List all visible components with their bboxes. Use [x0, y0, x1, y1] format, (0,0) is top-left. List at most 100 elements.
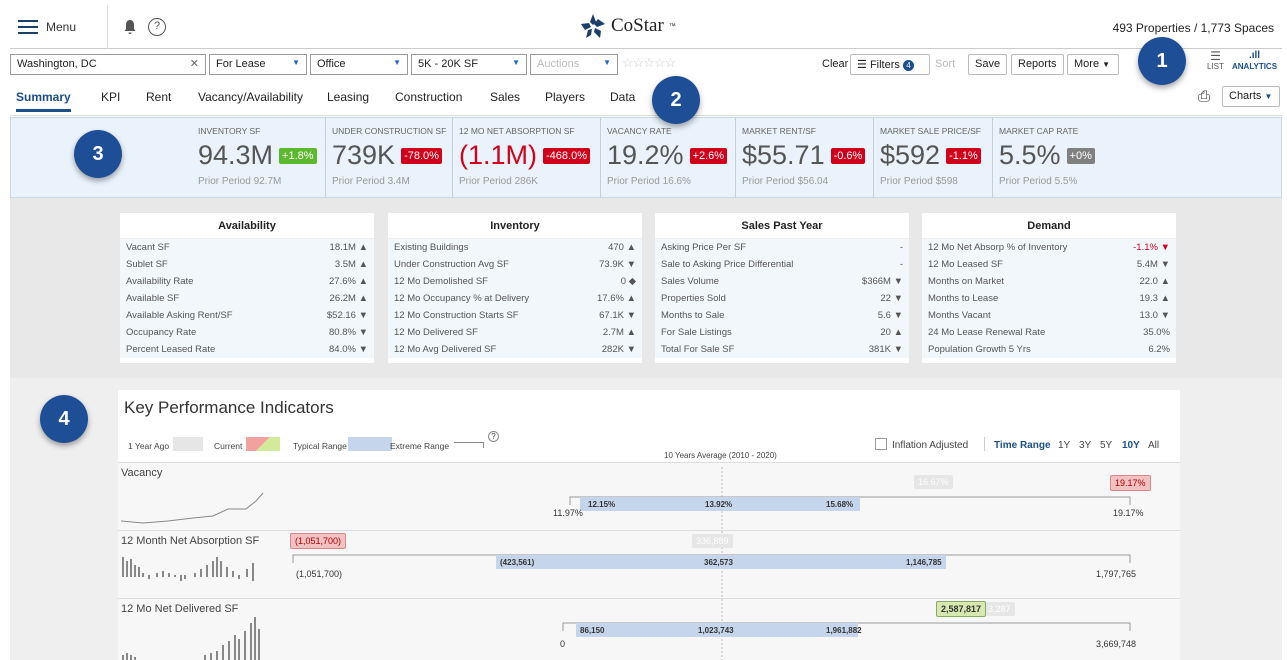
print-icon[interactable]: ⎙ [1198, 88, 1210, 105]
properties-count: 493 Properties / 1,773 Spaces [1112, 21, 1274, 35]
more-label: More [1074, 58, 1100, 70]
auctions-select[interactable]: Auctions ▼ [530, 54, 618, 75]
location-input[interactable]: Washington, DC ✕ [10, 54, 206, 75]
card-row-label: Months on Market [928, 276, 1005, 287]
listing-type-select[interactable]: For Lease ▼ [209, 54, 307, 75]
tab-kpi[interactable]: KPI [101, 90, 120, 104]
filters-button[interactable]: ☰ Filters 4 [850, 54, 930, 75]
range-5y[interactable]: 5Y [1100, 440, 1112, 451]
card-row-value: 84.0% ▼ [329, 344, 368, 355]
stat-value: 19.2% [607, 140, 684, 170]
stat-prior-period: Prior Period 286K [459, 176, 538, 187]
tab-leasing[interactable]: Leasing [327, 90, 369, 104]
card-row-label: 12 Mo Construction Starts SF [394, 310, 519, 321]
card-rows: 12 Mo Net Absorp % of Inventory -1.1% ▼ 12… [922, 239, 1176, 358]
card-row: Months on Market 22.0 ▲ [922, 273, 1176, 290]
legend-help-icon[interactable]: ? [488, 431, 499, 442]
stat-change-badge: -1.1% [946, 147, 981, 164]
stat-value: $55.71 [742, 140, 825, 170]
stat-prior-period: Prior Period 16.6% [607, 176, 691, 187]
bell-icon[interactable] [122, 19, 138, 35]
card-row-value: -1.1% ▼ [1133, 242, 1170, 253]
star-rating-filter[interactable]: ☆☆☆☆☆ [622, 55, 676, 71]
range-1y[interactable]: 1Y [1058, 440, 1070, 451]
save-button[interactable]: Save [968, 54, 1008, 75]
reports-button[interactable]: Reports [1011, 54, 1064, 75]
costar-star-icon [581, 14, 605, 38]
tab-rent[interactable]: Rent [146, 90, 171, 104]
range-all[interactable]: All [1148, 440, 1159, 451]
card-row-label: Available Asking Rent/SF [126, 310, 233, 321]
card-row-value: 6.2% [1148, 344, 1170, 355]
card-row: Under Construction Avg SF 73.9K ▼ [388, 256, 642, 273]
range-10y[interactable]: 10Y [1122, 440, 1140, 451]
kpi-row-vacancy: Vacancy 12.15% 13.92% 15.68% 11.97% 19.1… [118, 462, 1180, 531]
card-row: For Sale Listings 20 ▲ [655, 324, 909, 341]
stat-label: UNDER CONSTRUCTION SF [332, 126, 447, 136]
logo-text: CoStar [611, 15, 664, 36]
stat-label: 12 MO NET ABSORPTION SF [459, 126, 575, 136]
stat-value: $592 [880, 140, 941, 170]
list-view-button[interactable]: ☰ LIST [1207, 50, 1224, 71]
card-row: 12 Mo Leased SF 5.4M ▼ [922, 256, 1176, 273]
card-row-value: 73.9K ▼ [599, 259, 636, 270]
card-row-label: Sale to Asking Price Differential [661, 259, 794, 270]
stat-change-badge: +2.6% [689, 147, 728, 164]
chevron-down-icon: ▼ [292, 58, 300, 67]
card-rows: Existing Buildings 470 ▲ Under Constructio… [388, 239, 642, 358]
analytics-label: ANALYTICS [1232, 62, 1278, 71]
inflation-checkbox[interactable] [875, 438, 887, 450]
stat-label: MARKET CAP RATE [999, 126, 1079, 136]
card-row-value: 5.4M ▼ [1136, 259, 1170, 270]
stat-vacancy-rate: VACANCY RATE 19.2% +2.6% Prior Period 16.… [600, 118, 730, 198]
clear-location-icon[interactable]: ✕ [190, 57, 199, 70]
card-row-label: Occupancy Rate [126, 327, 197, 338]
tab-vacancy-availability[interactable]: Vacancy/Availability [198, 90, 303, 104]
card-title: Demand [922, 213, 1176, 239]
typical-high-label: 15.68% [826, 500, 854, 509]
kpi-row-chart [120, 467, 1131, 531]
card-availability: Availability Vacant SF 18.1M ▲ Sublet SF 3.… [120, 213, 374, 363]
delivered-sparkbars [122, 617, 260, 660]
card-demand: Demand 12 Mo Net Absorp % of Inventory -1… [922, 213, 1176, 363]
list-icon: ☰ [1210, 49, 1221, 63]
tab-sales[interactable]: Sales [490, 90, 520, 104]
card-title: Sales Past Year [655, 213, 909, 239]
tab-data[interactable]: Data [610, 90, 635, 104]
more-button[interactable]: More ▼ [1067, 54, 1119, 75]
size-range-select[interactable]: 5K - 20K SF ▼ [411, 54, 527, 75]
annotation-badge-2: 2 [652, 76, 700, 124]
charts-dropdown[interactable]: Charts ▼ [1222, 86, 1280, 107]
kpi-panel: Key Performance Indicators 1 Year Ago Cu… [118, 390, 1180, 660]
card-row-value: 282K ▼ [601, 344, 636, 355]
analytics-view-button[interactable]: .ıll ANALYTICS [1232, 50, 1277, 71]
menu-button[interactable]: Menu [10, 5, 108, 49]
range-max-label: 3,669,748 [1096, 639, 1137, 649]
help-icon[interactable]: ? [148, 18, 166, 36]
property-type-select[interactable]: Office ▼ [310, 54, 408, 75]
card-row-value: 20 ▲ [880, 327, 903, 338]
bar-chart-icon: .ıll [1248, 50, 1261, 61]
clear-button[interactable]: Clear [822, 58, 848, 70]
legend-extreme-label: Extreme Range [390, 441, 450, 451]
tab-summary[interactable]: Summary [16, 90, 71, 112]
top-bar: Menu ? CoStar ™ 493 Properties / 1,773 S… [10, 5, 1282, 49]
card-row: 12 Mo Occupancy % at Delivery 17.6% ▲ [388, 290, 642, 307]
card-row: Occupancy Rate 80.8% ▼ [120, 324, 374, 341]
card-row-value: 18.1M ▲ [329, 242, 368, 253]
average-label: 10 Years Average (2010 - 2020) [664, 451, 777, 460]
stat-change-badge: +0% [1066, 147, 1095, 164]
range-3y[interactable]: 3Y [1079, 440, 1091, 451]
card-row-value: 19.3 ▲ [1139, 293, 1170, 304]
card-row-label: Existing Buildings [394, 242, 469, 253]
current-bubble: 19.17% [1110, 475, 1151, 491]
card-row-label: Vacant SF [126, 242, 170, 253]
tab-players[interactable]: Players [545, 90, 585, 104]
current-bubble: 2,587,817 [936, 601, 987, 617]
tab-construction[interactable]: Construction [395, 90, 462, 104]
card-row-label: Months to Sale [661, 310, 725, 321]
sort-button[interactable]: Sort [935, 58, 955, 70]
location-value: Washington, DC [17, 58, 97, 70]
filters-icon: ☰ [857, 59, 867, 71]
menu-label: Menu [46, 20, 77, 34]
